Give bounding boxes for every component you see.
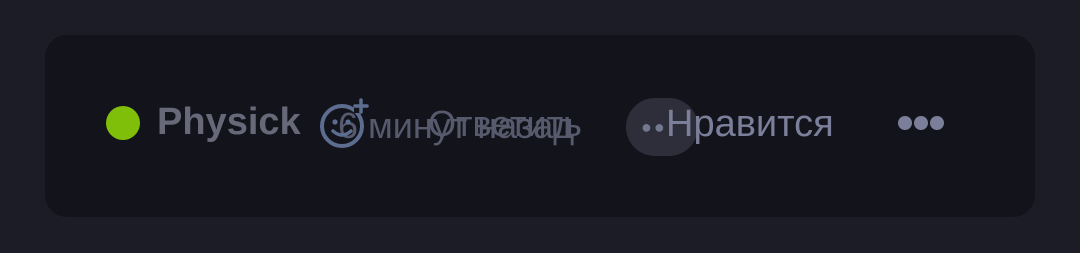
more-dots-icon: ●● [641,117,667,137]
like-button[interactable]: Нравится [666,102,834,146]
comment-author[interactable]: Physick [157,98,301,146]
add-reaction-icon[interactable] [318,97,372,151]
online-status-indicator [106,106,140,140]
reply-button[interactable]: Ответить [428,102,582,146]
more-horizontal-icon[interactable] [896,112,946,134]
